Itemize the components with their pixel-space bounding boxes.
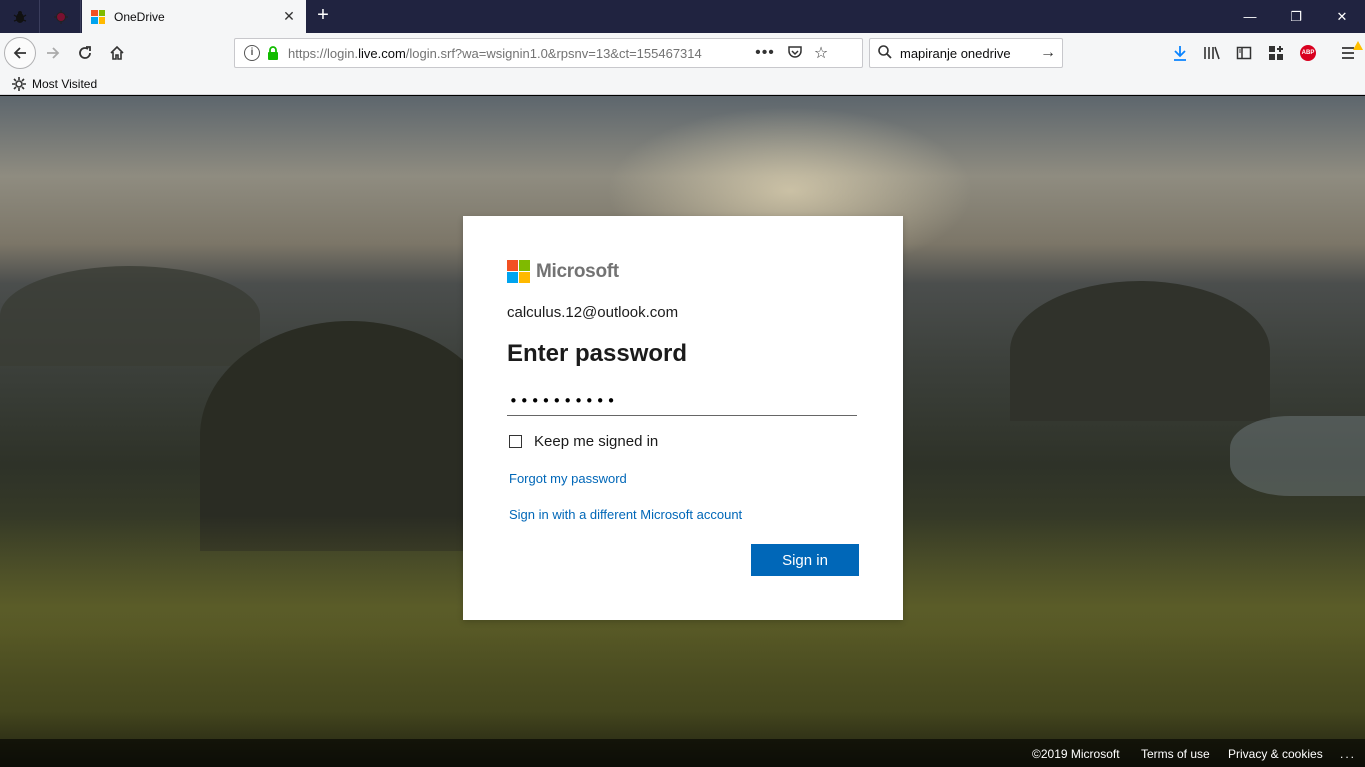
reload-button[interactable] xyxy=(70,38,100,68)
window-close-button[interactable]: ✕ xyxy=(1319,0,1365,33)
bookmark-most-visited[interactable]: Most Visited xyxy=(32,77,97,91)
extensions-button[interactable] xyxy=(1262,38,1290,68)
keep-signed-in-label: Keep me signed in xyxy=(534,433,659,450)
search-icon xyxy=(877,44,895,63)
microsoft-logo-icon xyxy=(507,260,530,283)
background-hill xyxy=(1010,281,1270,421)
bookmarks-toolbar: Most Visited xyxy=(0,73,1365,95)
microsoft-favicon-icon xyxy=(91,9,105,24)
background-water xyxy=(1230,416,1365,496)
virus-icon xyxy=(53,9,68,24)
forgot-password-link[interactable]: Forgot my password xyxy=(509,471,627,486)
page-footer: ©2019 Microsoft Terms of use Privacy & c… xyxy=(0,739,1365,767)
tab-onedrive[interactable]: OneDrive ✕ xyxy=(82,0,306,33)
update-warning-icon xyxy=(1353,41,1363,50)
restore-button[interactable]: ❐ xyxy=(1273,0,1319,33)
sidebar-button[interactable] xyxy=(1230,38,1258,68)
footer-copyright: ©2019 Microsoft xyxy=(1032,747,1120,761)
adblock-icon: ABP xyxy=(1300,45,1316,61)
account-identity: calculus.12@outlook.com xyxy=(507,304,679,321)
downloads-button[interactable] xyxy=(1166,38,1194,68)
sidebar-icon xyxy=(1236,46,1252,60)
library-icon xyxy=(1204,46,1220,60)
search-go-icon[interactable]: → xyxy=(1036,44,1060,62)
search-bar[interactable]: → xyxy=(869,38,1063,68)
sign-in-button[interactable]: Sign in xyxy=(751,544,859,576)
bookmark-star-icon[interactable]: ☆ xyxy=(810,43,832,63)
tab-title: OneDrive xyxy=(114,9,165,24)
reload-icon xyxy=(79,46,91,59)
adblock-plus-button[interactable]: ABP xyxy=(1294,38,1322,68)
url-prefix: https://login. xyxy=(288,45,359,61)
arrow-left-icon xyxy=(13,47,26,59)
tab-close-icon[interactable]: ✕ xyxy=(276,8,302,25)
puzzle-grid-icon xyxy=(1269,46,1283,60)
lock-icon[interactable] xyxy=(267,46,279,60)
page-actions-icon[interactable]: ••• xyxy=(752,44,778,62)
site-info-icon[interactable]: i xyxy=(244,45,260,61)
privacy-cookies-link[interactable]: Privacy & cookies xyxy=(1228,747,1323,761)
terms-of-use-link[interactable]: Terms of use xyxy=(1141,747,1210,761)
search-input[interactable] xyxy=(900,45,1036,61)
pinned-tab-2[interactable] xyxy=(41,0,81,33)
background-hill xyxy=(0,266,260,366)
checkbox-box[interactable] xyxy=(509,435,522,448)
back-button[interactable] xyxy=(4,37,36,69)
arrow-right-icon xyxy=(47,47,60,59)
sign-in-card: Microsoft calculus.12@outlook.com Enter … xyxy=(463,216,903,620)
home-icon xyxy=(110,45,124,60)
password-field[interactable] xyxy=(507,386,857,416)
download-icon xyxy=(1174,46,1186,61)
footer-more-options[interactable]: ... xyxy=(1340,747,1356,761)
gear-icon xyxy=(12,76,26,91)
different-account-link[interactable]: Sign in with a different Microsoft accou… xyxy=(509,507,742,522)
microsoft-wordmark: Microsoft xyxy=(536,260,619,282)
microsoft-logo: Microsoft xyxy=(507,260,619,283)
url-text[interactable]: https://login.live.com/login.srf?wa=wsig… xyxy=(288,46,746,61)
url-host: live.com xyxy=(358,45,406,61)
bug-icon xyxy=(13,10,26,23)
url-rest: /login.srf?wa=wsignin1.0&rpsnv=13&ct=155… xyxy=(405,45,702,61)
navigation-toolbar: i https://login.live.com/login.srf?wa=ws… xyxy=(0,33,1365,73)
address-bar[interactable]: i https://login.live.com/login.srf?wa=ws… xyxy=(234,38,863,68)
minimize-button[interactable]: — xyxy=(1227,0,1273,33)
page-title: Enter password xyxy=(507,340,688,367)
new-tab-button[interactable]: + xyxy=(312,5,334,27)
library-button[interactable] xyxy=(1198,38,1226,68)
home-button[interactable] xyxy=(102,38,132,68)
tab-strip: OneDrive ✕ + — ❐ ✕ xyxy=(0,0,1365,33)
pocket-icon[interactable] xyxy=(784,44,806,63)
forward-button[interactable] xyxy=(38,38,68,68)
keep-signed-in-checkbox[interactable]: Keep me signed in xyxy=(509,433,658,450)
pinned-tab-1[interactable] xyxy=(0,0,40,33)
